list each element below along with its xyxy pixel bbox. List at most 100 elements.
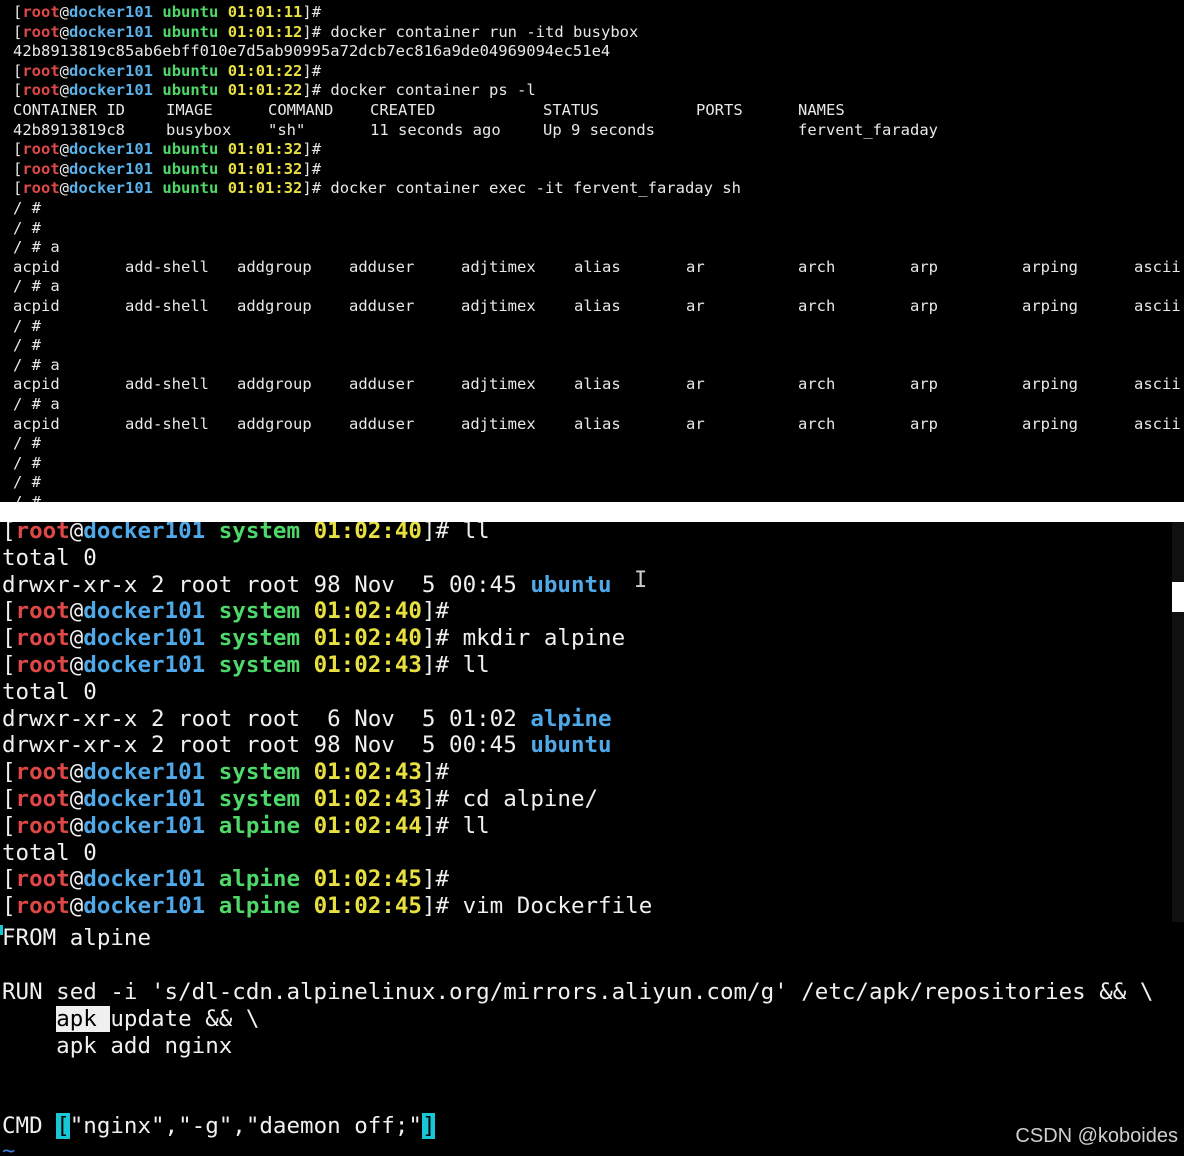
prompt-dir: ubuntu [162, 140, 219, 159]
output-cell: busybox [166, 120, 232, 139]
output-text: / # a [13, 277, 60, 296]
prompt-at: @ [59, 81, 70, 100]
ls-details: drwxr-xr-x 2 root root 98 Nov 5 00:45 [2, 732, 531, 759]
output-cell: 42b8913819c8 [13, 120, 125, 139]
prompt-dir: ubuntu [162, 81, 219, 100]
command-text: docker container ps -l [321, 81, 536, 100]
output-cell: addgroup [237, 414, 312, 433]
prompt-host: docker101 [83, 759, 206, 786]
prompt-user: root [22, 22, 60, 41]
prompt-dir: alpine [218, 812, 301, 839]
scrollbar-thumb[interactable] [1172, 582, 1184, 612]
prompt-time: 01:02:43 [313, 759, 422, 786]
output-cell: COMMAND [268, 101, 334, 119]
output-cell: adjtimex [461, 297, 536, 315]
prompt-line: [root@docker101 ubuntu 01:01:32]# [13, 139, 321, 159]
output-cell: arch [798, 375, 836, 394]
output-row: 42b8913819c8 busybox "sh" 11 seconds ago Up … [13, 120, 1184, 140]
bracket: [ [13, 81, 23, 100]
prompt-host: docker101 [83, 598, 206, 625]
prompt-at: @ [59, 3, 70, 21]
directory-name: ubuntu [530, 571, 612, 598]
prompt-at: @ [59, 159, 70, 178]
prompt-dir: alpine [218, 893, 301, 920]
output-row: acpid add-shell addgroup adduser adjtimex ali… [13, 374, 1184, 394]
prompt-line: [root@docker101 system 01:02:43]# cd alp… [2, 786, 598, 813]
bracket: ]# [421, 786, 450, 812]
output-line: / # [13, 335, 41, 355]
ls-entry: drwxr-xr-x 2 root root 6 Nov 5 01:02 alp… [2, 706, 612, 733]
prompt-line: [root@docker101 alpine 01:02:44]# ll [2, 813, 490, 840]
bracket: [ [13, 61, 23, 80]
bracket: [ [13, 140, 23, 159]
output-row: acpid add-shell addgroup adduser adjtimex ali… [13, 257, 1184, 277]
output-line: / # a [13, 276, 60, 296]
prompt-line: [root@docker101 system 01:02:40]# mkdir … [2, 625, 625, 652]
vim-line-cmd: CMD ["nginx","-g","daemon off;"] [2, 1113, 436, 1139]
prompt-at: @ [69, 866, 84, 893]
prompt-at: @ [59, 22, 70, 41]
bracket: ]# [421, 866, 450, 893]
prompt-dir: ubuntu [162, 179, 219, 198]
prompt-user: root [22, 61, 60, 80]
output-cell: adjtimex [461, 414, 536, 433]
output-cell: ar [686, 375, 705, 394]
output-cell: add-shell [125, 297, 209, 315]
output-cell: addgroup [237, 297, 312, 315]
bracket: ]# [302, 22, 322, 41]
directory-name: alpine [530, 705, 612, 732]
output-line: / # [13, 433, 41, 453]
output-cell: ar [686, 257, 705, 276]
prompt-dir: ubuntu [162, 159, 219, 178]
output-cell: arch [798, 257, 836, 276]
output-text: total 0 [2, 544, 97, 571]
prompt-line: [root@docker101 system 01:02:40]# [2, 598, 449, 625]
prompt-time: 01:02:40 [313, 625, 422, 652]
scrollbar[interactable] [1172, 522, 1184, 922]
output-text: / # a [13, 238, 60, 257]
prompt-at: @ [59, 179, 70, 198]
output-cell: alias [574, 257, 621, 276]
ls-details: drwxr-xr-x 2 root root 6 Nov 5 01:02 [2, 705, 531, 732]
output-text: / # [13, 493, 41, 502]
top-terminal-window[interactable]: [root@docker101 ubuntu 01:01:11]# [root@d… [0, 0, 1184, 502]
prompt-time: 01:02:43 [313, 786, 422, 812]
screenshot-divider [0, 502, 1184, 522]
output-cell: adduser [349, 257, 415, 276]
prompt-user: root [15, 522, 70, 544]
output-cell: add-shell [125, 257, 209, 276]
prompt-line: [root@docker101 ubuntu 01:01:32]# docker… [13, 178, 741, 198]
bracket: [ [2, 866, 16, 893]
output-text: 42b8913819c85ab6ebff010e7d5ab90995a72dcb… [13, 42, 611, 61]
command-text: ll [449, 522, 490, 544]
prompt-at: @ [69, 625, 84, 652]
prompt-time: 01:02:40 [313, 522, 422, 544]
output-cell: CREATED [370, 101, 436, 119]
prompt-user: root [15, 786, 70, 812]
output-cell: arp [910, 297, 938, 315]
output-text: / # [13, 218, 41, 237]
prompt-dir: ubuntu [162, 22, 219, 41]
output-cell: arp [910, 375, 938, 394]
output-line: total 0 [2, 679, 97, 706]
output-line: / # a [13, 237, 60, 257]
bottom-terminal-window[interactable]: [root@docker101 system 01:02:40]# ll tota… [0, 522, 1184, 1156]
prompt-host: docker101 [69, 3, 154, 21]
output-cell: ascii [1134, 414, 1181, 433]
bracket: [ [2, 759, 16, 786]
